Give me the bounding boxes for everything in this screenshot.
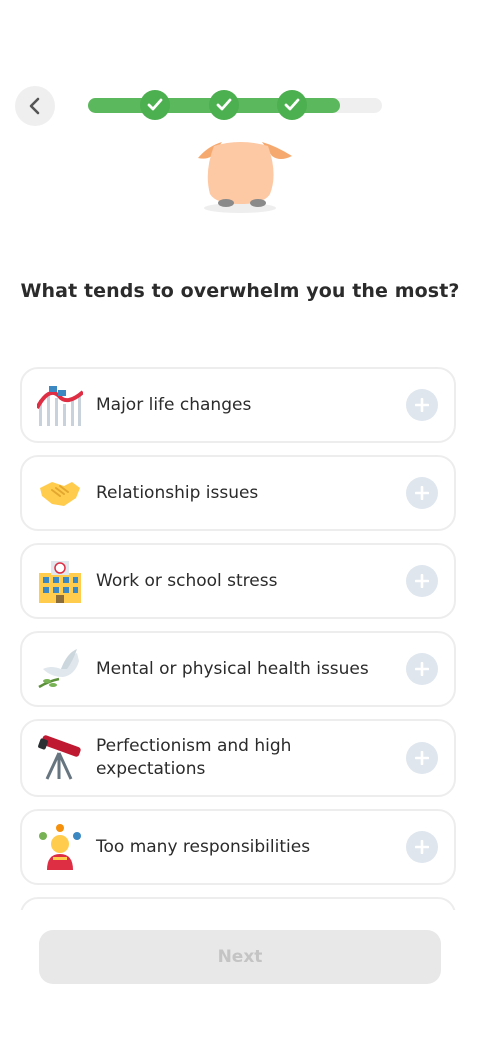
- options-list[interactable]: Major life changes Relationship issues W…: [20, 367, 460, 910]
- option-relationship-issues[interactable]: Relationship issues: [20, 455, 456, 531]
- screen: What tends to overwhelm you the most? Ma…: [0, 0, 480, 1040]
- option-label: Relationship issues: [96, 482, 259, 503]
- mascot-illustration: [198, 142, 292, 213]
- add-icon[interactable]: [406, 477, 438, 509]
- option-partial[interactable]: [20, 897, 456, 910]
- step-check-3: [277, 90, 307, 120]
- check-icon: [147, 98, 163, 111]
- option-label: Mental or physical health issues: [96, 658, 369, 679]
- option-mental-or-physical-health-issues[interactable]: Mental or physical health issues: [20, 631, 456, 707]
- add-icon[interactable]: [406, 742, 438, 774]
- roller-coaster-icon: [36, 381, 84, 429]
- dove-icon: [36, 645, 84, 693]
- option-too-many-responsibilities[interactable]: Too many responsibilities: [20, 809, 456, 885]
- next-button[interactable]: Next: [39, 930, 441, 984]
- back-button[interactable]: [15, 86, 55, 126]
- chevron-left-icon: [29, 97, 40, 115]
- option-label: Work or school stress: [96, 570, 278, 591]
- juggling-person-icon: [36, 823, 84, 871]
- check-icon: [284, 98, 300, 111]
- question-title: What tends to overwhelm you the most?: [20, 280, 460, 302]
- office-building-icon: [36, 557, 84, 605]
- option-label: Perfectionism and high expectations: [96, 736, 292, 779]
- option-major-life-changes[interactable]: Major life changes: [20, 367, 456, 443]
- option-label: Too many responsibilities: [96, 836, 311, 857]
- add-icon[interactable]: [406, 389, 438, 421]
- handshake-icon: [36, 469, 84, 517]
- step-check-2: [209, 90, 239, 120]
- add-icon[interactable]: [406, 831, 438, 863]
- add-icon[interactable]: [406, 653, 438, 685]
- option-perfectionism-and-high-expectations[interactable]: Perfectionism and high expectations: [20, 719, 456, 797]
- add-icon[interactable]: [406, 565, 438, 597]
- option-label: Major life changes: [96, 394, 252, 415]
- telescope-icon: [36, 734, 84, 782]
- check-icon: [216, 98, 232, 111]
- step-check-1: [140, 90, 170, 120]
- option-work-or-school-stress[interactable]: Work or school stress: [20, 543, 456, 619]
